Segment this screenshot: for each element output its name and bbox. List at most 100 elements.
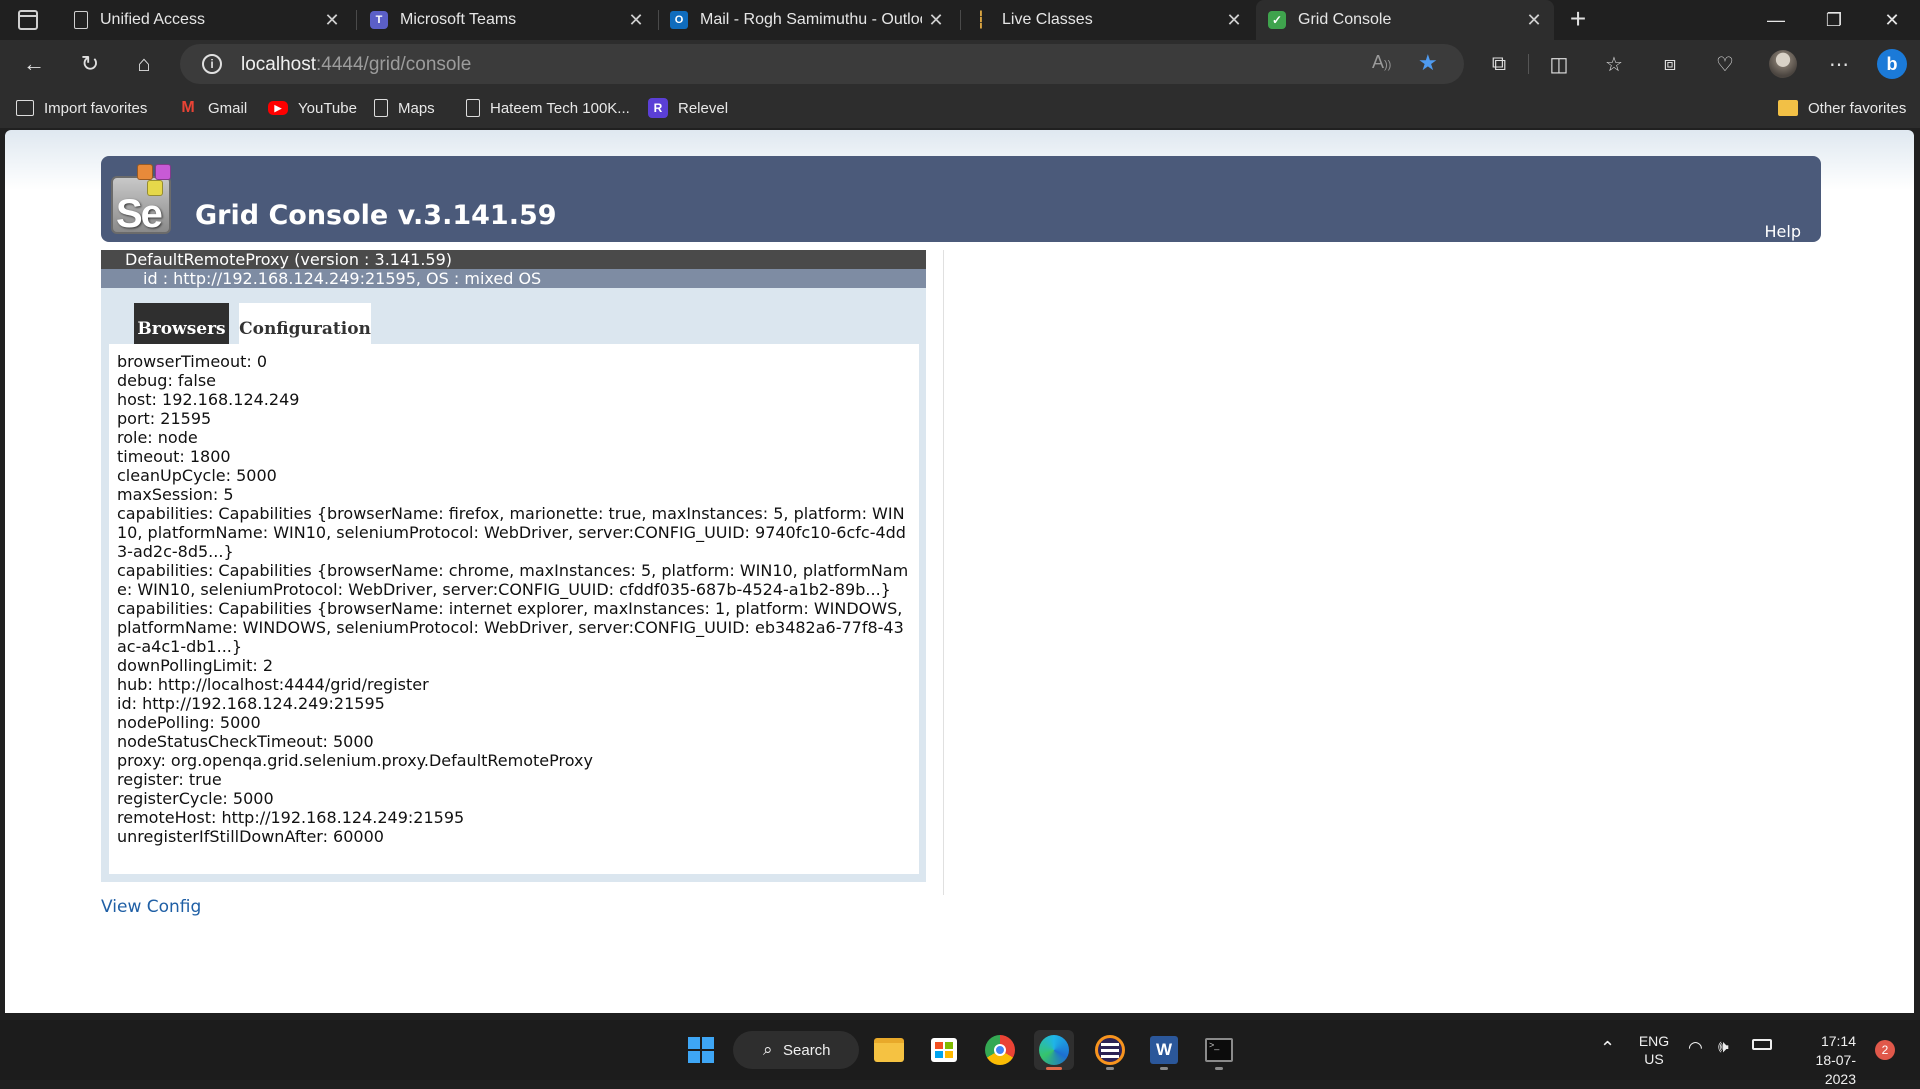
collections-icon[interactable]: ⧈ <box>1654 48 1686 80</box>
config-line: port: 21595 <box>117 409 212 428</box>
config-line: register: true <box>117 770 222 789</box>
url-host: localhost <box>241 54 316 75</box>
store-icon[interactable] <box>924 1030 964 1070</box>
tab-browsers[interactable]: Browsers <box>134 303 229 344</box>
browser-tab-strip: Unified Access ✕ T Microsoft Teams ✕ O M… <box>0 0 1920 40</box>
back-icon[interactable]: ← <box>16 48 52 80</box>
page-icon <box>74 11 88 29</box>
tab-separator <box>356 10 357 30</box>
refresh-icon[interactable]: ↻ <box>72 48 108 80</box>
clock-date: 18-07-2023 <box>1815 1052 1856 1087</box>
search-icon: ⌕ <box>763 1040 773 1059</box>
show-hidden-icons[interactable]: ⌃ <box>1600 1038 1615 1059</box>
notification-badge[interactable]: 2 <box>1875 1040 1895 1060</box>
favorite-hateem-tech[interactable]: Hateem Tech 100K... <box>466 96 630 120</box>
tab-live-classes[interactable]: ┆ Live Classes ✕ <box>962 0 1254 40</box>
favorite-import-favorites[interactable]: Import favorites <box>16 96 147 120</box>
chrome-icon[interactable] <box>980 1030 1020 1070</box>
tab-actions-icon[interactable] <box>18 10 38 30</box>
close-icon[interactable]: ✕ <box>626 10 646 30</box>
home-icon[interactable]: ⌂ <box>126 48 162 80</box>
config-line: maxSession: 5 <box>117 485 234 504</box>
close-window-icon[interactable]: ✕ <box>1864 0 1920 40</box>
taskbar-search[interactable]: ⌕ Search <box>733 1031 859 1069</box>
console-header: Se Grid Console v.3.141.59 Help <box>101 156 1821 242</box>
copilot-icon[interactable]: b <box>1876 48 1908 80</box>
tab-title: Microsoft Teams <box>400 11 517 28</box>
favorites-icon[interactable]: ☆ <box>1598 48 1630 80</box>
config-line: proxy: org.openqa.grid.selenium.proxy.De… <box>117 751 593 770</box>
relevel-icon: R <box>648 98 668 118</box>
config-line: hub: http://localhost:4444/grid/register <box>117 675 429 694</box>
toolbar-divider <box>1528 54 1529 74</box>
read-aloud-icon[interactable]: A)) <box>1372 52 1391 73</box>
volume-icon[interactable]: 🕪 <box>1718 1037 1729 1057</box>
config-line: unregisterIfStillDownAfter: 60000 <box>117 827 384 846</box>
url-text: localhost:4444/grid/console <box>241 54 471 76</box>
eclipse-icon[interactable] <box>1090 1030 1130 1070</box>
restore-icon[interactable]: ❐ <box>1806 0 1862 40</box>
address-bar[interactable]: i localhost:4444/grid/console A)) ★ <box>180 44 1464 84</box>
split-screen-icon[interactable]: ◫ <box>1543 48 1575 80</box>
tab-grid-console[interactable]: ✓ Grid Console ✕ <box>1256 0 1554 40</box>
tab-configuration[interactable]: Configuration <box>239 303 371 344</box>
tab-outlook-mail[interactable]: O Mail - Rogh Samimuthu - Outlook ✕ <box>660 0 956 40</box>
favorite-maps[interactable]: Maps <box>374 96 435 120</box>
config-line: nodeStatusCheckTimeout: 5000 <box>117 732 374 751</box>
more-options-icon[interactable]: ⋯ <box>1823 48 1855 80</box>
config-line: browserTimeout: 0 <box>117 352 268 371</box>
new-tab-button[interactable]: + <box>1562 4 1594 36</box>
favorite-youtube[interactable]: ▶ YouTube <box>268 96 357 120</box>
page-title: Grid Console v.3.141.59 <box>195 200 557 231</box>
favorite-label: Maps <box>398 99 435 117</box>
tab-title: Grid Console <box>1298 11 1392 28</box>
close-icon[interactable]: ✕ <box>322 10 342 30</box>
close-icon[interactable]: ✕ <box>1224 10 1244 30</box>
file-explorer-icon[interactable] <box>869 1030 909 1070</box>
config-line: debug: false <box>117 371 216 390</box>
config-line: nodePolling: 5000 <box>117 713 261 732</box>
proxy-name: DefaultRemoteProxy (version : 3.141.59) <box>101 250 926 269</box>
other-favorites-folder[interactable]: Other favorites <box>1778 96 1906 120</box>
config-line: capabilities: Capabilities {browserName:… <box>117 599 908 656</box>
config-line: id: http://192.168.124.249:21595 <box>117 694 385 713</box>
tab-title: Unified Access <box>100 11 205 28</box>
view-config-link[interactable]: View Config <box>101 897 201 917</box>
favorite-label: Import favorites <box>44 99 148 117</box>
configuration-content: browserTimeout: 0 debug: false host: 192.1… <box>109 344 919 874</box>
config-line: remoteHost: http://192.168.124.249:21595 <box>117 808 465 827</box>
page-icon <box>466 99 480 117</box>
tab-unified-access[interactable]: Unified Access ✕ <box>60 0 352 40</box>
edge-icon[interactable] <box>1034 1030 1074 1070</box>
clock-time: 17:14 <box>1820 1033 1856 1049</box>
config-line: capabilities: Capabilities {browserName:… <box>117 561 909 599</box>
start-icon[interactable] <box>681 1030 721 1070</box>
browser-essentials-icon[interactable]: ♡ <box>1709 48 1741 80</box>
close-icon[interactable]: ✕ <box>1524 10 1544 30</box>
word-icon[interactable]: W <box>1144 1030 1184 1070</box>
logo-cube <box>137 164 153 180</box>
favorite-star-icon[interactable]: ★ <box>1418 50 1438 76</box>
language-indicator[interactable]: ENG US <box>1636 1032 1672 1068</box>
selenium-logo: Se <box>111 162 181 236</box>
config-line: cleanUpCycle: 5000 <box>117 466 277 485</box>
chart-icon: ┆ <box>976 12 986 29</box>
favorite-gmail[interactable]: M Gmail <box>178 96 247 120</box>
search-label: Search <box>783 1041 831 1059</box>
favorite-relevel[interactable]: R Relevel <box>648 96 728 120</box>
battery-icon[interactable] <box>1752 1039 1772 1050</box>
clock[interactable]: 17:14 18-07-2023 <box>1786 1032 1856 1089</box>
terminal-icon[interactable]: >_ <box>1199 1030 1239 1070</box>
site-info-icon[interactable]: i <box>202 54 222 74</box>
help-link[interactable]: Help <box>1765 222 1801 241</box>
tab-microsoft-teams[interactable]: T Microsoft Teams ✕ <box>358 0 656 40</box>
profile-avatar[interactable] <box>1767 48 1799 80</box>
wifi-icon[interactable]: ◠ <box>1688 1038 1703 1058</box>
youtube-icon: ▶ <box>268 101 288 115</box>
address-toolbar: ← ↻ ⌂ i localhost:4444/grid/console A)) … <box>0 40 1920 88</box>
close-icon[interactable]: ✕ <box>926 10 946 30</box>
keyboard-region: US <box>1644 1051 1664 1067</box>
minimize-icon[interactable]: — <box>1748 0 1804 40</box>
extensions-icon[interactable]: ⧉ <box>1483 48 1515 80</box>
favorite-label: Hateem Tech 100K... <box>490 99 630 117</box>
